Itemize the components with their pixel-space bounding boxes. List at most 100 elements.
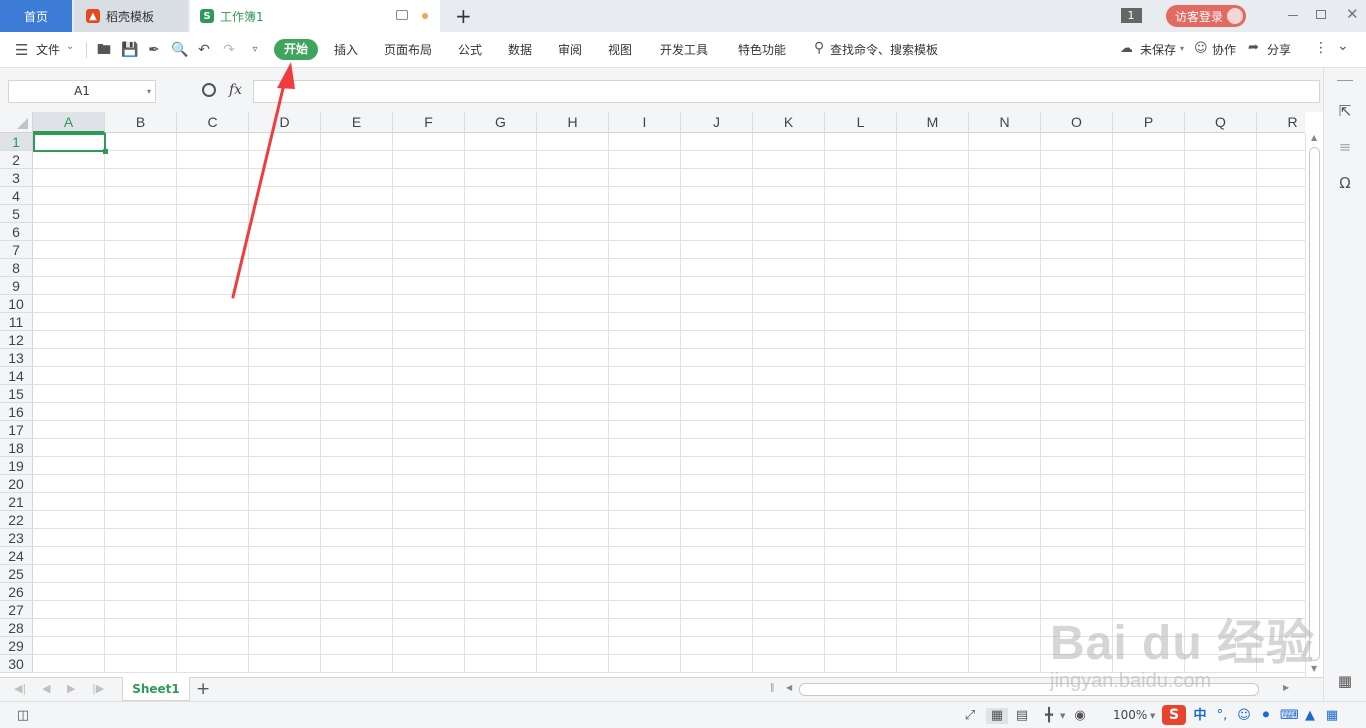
view-dropdown-icon[interactable]: ▼: [1060, 712, 1065, 720]
row-header-22[interactable]: 22: [0, 511, 33, 529]
format-painter-icon[interactable]: ✒: [146, 42, 162, 58]
properties-icon[interactable]: ≡: [1336, 138, 1354, 156]
zoom-dropdown-icon[interactable]: ▼: [1150, 712, 1155, 720]
name-box[interactable]: A1 ▾: [8, 80, 156, 103]
row-header-11[interactable]: 11: [0, 313, 33, 331]
row-header-14[interactable]: 14: [0, 367, 33, 385]
select-all-corner[interactable]: [0, 112, 33, 133]
row-header-7[interactable]: 7: [0, 241, 33, 259]
ime-keyboard-icon[interactable]: ⌨: [1280, 708, 1299, 724]
name-box-dropdown-icon[interactable]: ▾: [147, 81, 151, 102]
menu-start-tab[interactable]: 开始: [274, 39, 318, 60]
scroll-up-icon[interactable]: ▲: [1311, 133, 1317, 142]
eye-protection-icon[interactable]: ◉: [1072, 708, 1088, 724]
active-cell-a1[interactable]: [33, 133, 108, 154]
share-button[interactable]: 分享: [1267, 41, 1291, 58]
normal-view-icon[interactable]: ▦: [986, 708, 1008, 724]
row-header-6[interactable]: 6: [0, 223, 33, 241]
prev-sheet-icon[interactable]: ◀: [42, 682, 50, 695]
tab-home[interactable]: 首页: [0, 0, 72, 32]
more-dropdown-icon[interactable]: ▿: [247, 42, 263, 58]
menu-page-layout[interactable]: 页面布局: [384, 41, 432, 58]
save-icon[interactable]: 💾: [121, 42, 138, 58]
row-header-13[interactable]: 13: [0, 349, 33, 367]
menu-review[interactable]: 审阅: [558, 41, 582, 58]
row-header-8[interactable]: 8: [0, 259, 33, 277]
row-header-28[interactable]: 28: [0, 619, 33, 637]
collapse-ribbon-icon[interactable]: ⌄: [1337, 38, 1349, 54]
vertical-scrollbar[interactable]: ▲ ▼: [1305, 133, 1323, 677]
grid-apps-icon[interactable]: ▦: [1336, 672, 1354, 690]
row-header-2[interactable]: 2: [0, 151, 33, 169]
row-header-23[interactable]: 23: [0, 529, 33, 547]
row-header-16[interactable]: 16: [0, 403, 33, 421]
search-icon[interactable]: ⚲: [814, 40, 824, 56]
zoom-search-icon[interactable]: [202, 83, 216, 97]
column-header-a[interactable]: A: [33, 112, 105, 133]
add-sheet-button[interactable]: +: [196, 679, 210, 699]
ime-emoji-icon[interactable]: ☺: [1236, 708, 1252, 724]
column-header-b[interactable]: B: [105, 112, 177, 133]
sogou-ime-icon[interactable]: S: [1162, 705, 1186, 725]
undo-icon[interactable]: ↶: [196, 42, 212, 58]
menu-developer[interactable]: 开发工具: [660, 41, 708, 58]
row-header-29[interactable]: 29: [0, 637, 33, 655]
column-header-p[interactable]: P: [1113, 112, 1185, 133]
column-header-r[interactable]: R: [1257, 112, 1305, 133]
command-search[interactable]: 查找命令、搜索模板: [830, 41, 938, 58]
row-header-5[interactable]: 5: [0, 205, 33, 223]
column-header-l[interactable]: L: [825, 112, 897, 133]
ime-punct-icon[interactable]: °,: [1214, 708, 1230, 724]
menu-formula[interactable]: 公式: [458, 41, 482, 58]
row-header-27[interactable]: 27: [0, 601, 33, 619]
print-preview-icon[interactable]: 🔍: [171, 42, 188, 58]
ime-chinese-icon[interactable]: 中: [1192, 708, 1208, 724]
menu-special[interactable]: 特色功能: [738, 41, 786, 58]
column-header-o[interactable]: O: [1041, 112, 1113, 133]
fill-handle[interactable]: [103, 149, 108, 154]
row-header-18[interactable]: 18: [0, 439, 33, 457]
symbol-omega-icon[interactable]: Ω: [1336, 174, 1354, 192]
vertical-scroll-thumb[interactable]: [1309, 147, 1320, 661]
column-header-q[interactable]: Q: [1185, 112, 1257, 133]
more-options-icon[interactable]: ⋮: [1314, 40, 1328, 56]
row-header-30[interactable]: 30: [0, 655, 33, 673]
column-header-h[interactable]: H: [537, 112, 609, 133]
column-header-k[interactable]: K: [753, 112, 825, 133]
column-header-c[interactable]: C: [177, 112, 249, 133]
row-header-25[interactable]: 25: [0, 565, 33, 583]
next-sheet-icon[interactable]: ▶: [67, 682, 75, 695]
page-break-view-icon[interactable]: ╋: [1041, 708, 1057, 724]
insert-function-icon[interactable]: fx: [229, 82, 242, 98]
menu-file[interactable]: 文件: [36, 41, 60, 58]
column-header-j[interactable]: J: [681, 112, 753, 133]
row-header-10[interactable]: 10: [0, 295, 33, 313]
hamburger-icon[interactable]: ☰: [15, 41, 28, 59]
monitor-icon[interactable]: [396, 10, 408, 20]
split-handle-icon[interactable]: ‖: [770, 683, 775, 693]
row-header-19[interactable]: 19: [0, 457, 33, 475]
column-header-n[interactable]: N: [969, 112, 1041, 133]
select-cursor-icon[interactable]: ⇱: [1336, 102, 1354, 120]
unsaved-caret-icon[interactable]: ▾: [1180, 44, 1184, 53]
menu-view[interactable]: 视图: [608, 41, 632, 58]
restore-icon[interactable]: [1316, 10, 1326, 19]
zoom-level[interactable]: 100%: [1113, 708, 1147, 722]
last-sheet-icon[interactable]: |▶: [92, 682, 104, 695]
menu-insert[interactable]: 插入: [334, 41, 358, 58]
row-header-1[interactable]: 1: [0, 133, 33, 151]
row-header-4[interactable]: 4: [0, 187, 33, 205]
row-header-15[interactable]: 15: [0, 385, 33, 403]
tab-workbook[interactable]: S 工作簿1: [190, 0, 440, 32]
row-header-9[interactable]: 9: [0, 277, 33, 295]
column-header-g[interactable]: G: [465, 112, 537, 133]
open-folder-icon[interactable]: 🖿: [96, 42, 112, 58]
column-header-d[interactable]: D: [249, 112, 321, 133]
page-layout-view-icon[interactable]: ▤: [1014, 708, 1030, 724]
new-tab-button[interactable]: +: [455, 4, 472, 28]
row-header-26[interactable]: 26: [0, 583, 33, 601]
unsaved-status[interactable]: 未保存: [1140, 41, 1176, 58]
menu-data[interactable]: 数据: [508, 41, 532, 58]
ime-skin-icon[interactable]: ▲: [1302, 708, 1318, 724]
formula-input[interactable]: [253, 80, 1320, 103]
